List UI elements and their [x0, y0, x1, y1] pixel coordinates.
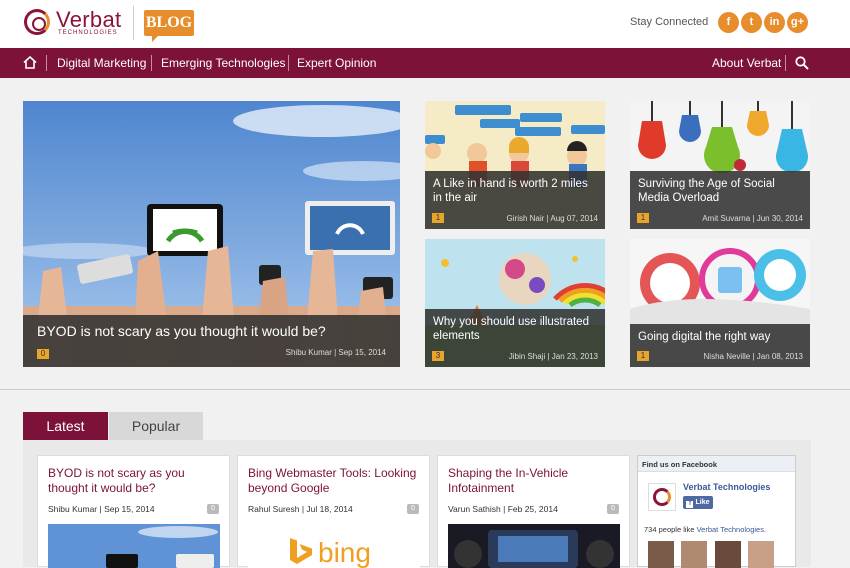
tab-popular[interactable]: Popular [109, 412, 203, 440]
tile-caption: Surviving the Age of Social Media Overlo… [630, 171, 810, 229]
featured-tile-post[interactable]: A Like in hand is worth 2 miles in the a… [425, 101, 605, 229]
likes-page-link[interactable]: Verbat Technologies. [697, 525, 767, 534]
comment-count-badge: 3 [432, 351, 444, 361]
fan-avatar[interactable] [715, 541, 741, 568]
tile-caption: A Like in hand is worth 2 miles in the a… [425, 171, 605, 229]
bing-wordmark: bing [318, 537, 371, 568]
post-title[interactable]: Going digital the right way [638, 330, 804, 344]
home-icon[interactable] [23, 56, 37, 69]
blog-badge[interactable]: BLOG [144, 10, 194, 42]
featured-tile-post[interactable]: Why you should use illustrated elements … [425, 239, 605, 367]
search-icon[interactable] [795, 56, 809, 70]
post-meta: Shibu Kumar | Sep 15, 2014 [48, 504, 155, 514]
post-thumbnail[interactable] [448, 524, 620, 568]
nav-divider [46, 55, 47, 71]
facebook-icon[interactable]: f [718, 12, 739, 33]
post-title[interactable]: BYOD is not scary as you thought it woul… [37, 324, 394, 338]
post-meta: Rahul Suresh | Jul 18, 2014 [248, 504, 353, 514]
nav-about-verbat[interactable]: About Verbat [712, 48, 781, 78]
comment-count-badge: 1 [637, 351, 649, 361]
likes-count-text: 734 people like [644, 525, 695, 534]
post-meta: Jibin Shaji | Jan 23, 2013 [508, 352, 598, 361]
comment-count-badge: 0 [207, 504, 219, 514]
nav-emerging-technologies[interactable]: Emerging Technologies [161, 48, 286, 78]
comment-count-badge: 1 [432, 213, 444, 223]
featured-tile-post[interactable]: Surviving the Age of Social Media Overlo… [630, 101, 810, 229]
post-thumbnail[interactable] [48, 524, 220, 568]
verbat-logo-icon[interactable] [24, 9, 50, 35]
post-title[interactable]: Bing Webmaster Tools: Looking beyond Goo… [248, 466, 419, 496]
nav-digital-marketing[interactable]: Digital Marketing [57, 48, 146, 78]
post-meta: Shibu Kumar | Sep 15, 2014 [285, 348, 386, 357]
post-title[interactable]: BYOD is not scary as you thought it woul… [48, 466, 219, 496]
featured-tile-post[interactable]: Going digital the right way 1 Nisha Nevi… [630, 239, 810, 367]
post-meta: Amit Suvarna | Jun 30, 2014 [702, 214, 803, 223]
section-divider [0, 389, 850, 390]
tile-caption: Going digital the right way 1 Nisha Nevi… [630, 324, 810, 367]
googleplus-icon[interactable]: g+ [787, 12, 808, 33]
comment-count-badge: 1 [637, 213, 649, 223]
fan-avatar[interactable] [648, 541, 674, 568]
linkedin-icon[interactable]: in [764, 12, 785, 33]
comment-count-badge: 0 [407, 504, 419, 514]
featured-main-caption: BYOD is not scary as you thought it woul… [23, 315, 400, 367]
post-card[interactable]: Bing Webmaster Tools: Looking beyond Goo… [237, 455, 430, 568]
post-meta: Girish Nair | Aug 07, 2014 [506, 214, 598, 223]
facebook-page-name[interactable]: Verbat Technologies [683, 482, 770, 492]
post-title[interactable]: Shaping the In-Vehicle Infotainment [448, 466, 619, 496]
main-nav: Digital Marketing Emerging Technologies … [0, 48, 850, 78]
facebook-widget: Find us on Facebook Verbat Technologies … [637, 455, 796, 568]
comment-count-badge: 0 [37, 349, 49, 359]
post-title[interactable]: Surviving the Age of Social Media Overlo… [638, 177, 804, 205]
logo-divider [133, 6, 134, 40]
nav-divider [151, 55, 152, 71]
facebook-like-label: Like [695, 499, 710, 506]
post-card[interactable]: Shaping the In-Vehicle Infotainment Varu… [437, 455, 630, 568]
post-meta: Nisha Neville | Jan 08, 2013 [703, 352, 803, 361]
twitter-icon[interactable]: t [741, 12, 762, 33]
nav-divider [785, 55, 786, 71]
fan-avatar[interactable] [748, 541, 774, 568]
post-card[interactable]: BYOD is not scary as you thought it woul… [37, 455, 230, 568]
car-dashboard-image [448, 524, 620, 568]
logo-subtext: TECHNOLOGIES [58, 30, 118, 36]
post-title[interactable]: Why you should use illustrated elements [433, 315, 599, 343]
post-thumbnail[interactable]: bing [248, 524, 420, 568]
post-meta: Varun Sathish | Feb 25, 2014 [448, 504, 558, 514]
facebook-like-button[interactable]: f Like [683, 496, 713, 509]
facebook-page-avatar[interactable] [648, 483, 676, 511]
bing-logo-icon [290, 538, 312, 564]
byod-thumbnail-image [48, 524, 220, 568]
comment-count-badge: 0 [607, 504, 619, 514]
nav-expert-opinion[interactable]: Expert Opinion [297, 48, 376, 78]
tile-caption: Why you should use illustrated elements … [425, 309, 605, 367]
facebook-widget-header: Find us on Facebook [638, 456, 795, 472]
fan-avatar[interactable] [681, 541, 707, 568]
nav-divider [288, 55, 289, 71]
stay-connected-label: Stay Connected [630, 16, 709, 28]
post-title[interactable]: A Like in hand is worth 2 miles in the a… [433, 177, 599, 205]
facebook-icon: f [686, 501, 694, 508]
featured-main-post[interactable]: BYOD is not scary as you thought it woul… [23, 101, 400, 367]
facebook-likes-count: 734 people like Verbat Technologies. [644, 525, 794, 534]
tab-latest[interactable]: Latest [23, 412, 108, 440]
site-header: Verbat TECHNOLOGIES BLOG Stay Connected … [0, 0, 850, 48]
verbat-logo-icon [653, 488, 671, 506]
